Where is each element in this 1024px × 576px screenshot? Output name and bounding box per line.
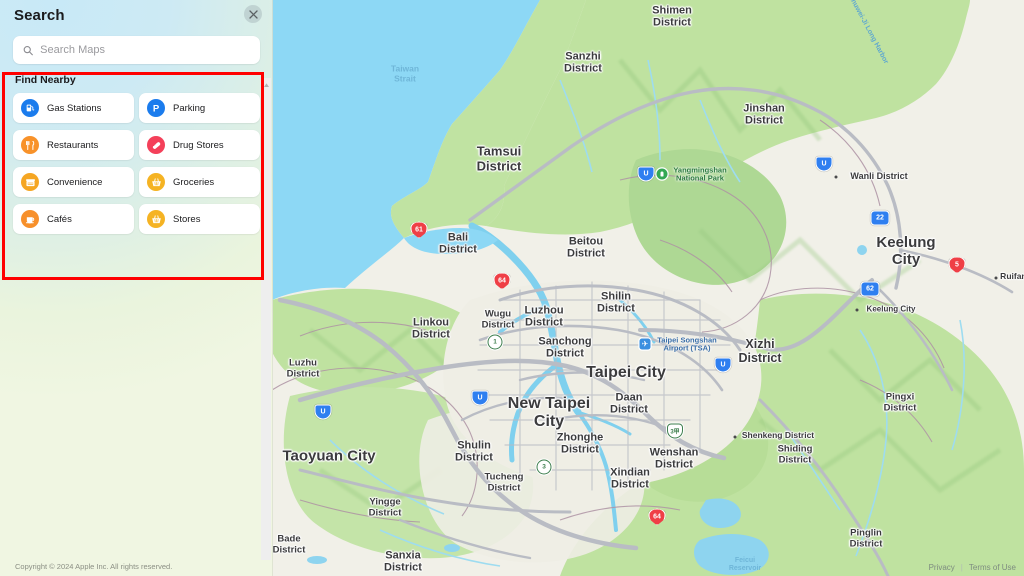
pill-icon (147, 136, 165, 154)
nearby-item-convenience[interactable]: Convenience (13, 167, 134, 197)
nearby-item-label: Stores (173, 213, 201, 225)
close-icon (248, 9, 258, 19)
close-button[interactable] (244, 5, 262, 23)
map-point-dot (834, 175, 838, 179)
map-legal-links: Privacy | Terms of Use (929, 563, 1016, 572)
parking-p-icon: P (147, 99, 165, 117)
nearby-item-label: Cafés (47, 213, 72, 225)
find-nearby-heading: Find Nearby (15, 74, 76, 86)
coffee-cup-icon (21, 210, 39, 228)
terms-of-use-link[interactable]: Terms of Use (969, 563, 1016, 572)
search-box[interactable] (13, 36, 260, 64)
nearby-item-label: Gas Stations (47, 102, 102, 114)
svg-text:P: P (153, 103, 160, 114)
find-nearby-grid: Gas Stations P Parking Restaurants Drug … (13, 93, 260, 234)
nearby-item-cafes[interactable]: Cafés (13, 204, 134, 234)
storefront-icon (21, 173, 39, 191)
nearby-section: Find Nearby Gas Stations P Parking Resta… (0, 64, 273, 234)
sidebar-scrollbar[interactable] (261, 78, 271, 560)
copyright-text: Copyright © 2024 Apple Inc. All rights r… (15, 561, 173, 571)
nearby-item-label: Drug Stores (173, 139, 224, 151)
map-point-dot (733, 435, 737, 439)
search-sidebar: Search Find Nearby Gas Stations (0, 0, 273, 576)
nearby-item-gas-stations[interactable]: Gas Stations (13, 93, 134, 123)
national-park-pin-icon[interactable] (656, 168, 668, 180)
nearby-item-label: Parking (173, 102, 206, 114)
privacy-link[interactable]: Privacy (929, 563, 955, 572)
nearby-item-label: Restaurants (47, 139, 99, 151)
legal-separator: | (960, 563, 963, 572)
nearby-item-label: Convenience (47, 176, 103, 188)
map-point-dot (855, 308, 859, 312)
scrollbar-up-arrow-icon[interactable] (263, 82, 270, 89)
nearby-item-stores[interactable]: Stores (139, 204, 260, 234)
search-input[interactable] (40, 44, 250, 56)
gas-pump-icon (21, 99, 39, 117)
map-point-dot (994, 276, 998, 280)
nearby-item-label: Groceries (173, 176, 215, 188)
nearby-item-groceries[interactable]: Groceries (139, 167, 260, 197)
basket-icon (147, 210, 165, 228)
basket-icon (147, 173, 165, 191)
airport-pin-icon[interactable]: ✈ (639, 338, 651, 350)
search-field-wrapper (0, 32, 273, 64)
nearby-item-drug-stores[interactable]: Drug Stores (139, 130, 260, 160)
nearby-item-restaurants[interactable]: Restaurants (13, 130, 134, 160)
sidebar-footer: Copyright © 2024 Apple Inc. All rights r… (0, 556, 273, 576)
sidebar-header: Search (0, 0, 273, 32)
nearby-item-parking[interactable]: P Parking (139, 93, 260, 123)
search-icon (23, 45, 33, 55)
page-title: Search (14, 7, 65, 24)
fork-knife-icon (21, 136, 39, 154)
